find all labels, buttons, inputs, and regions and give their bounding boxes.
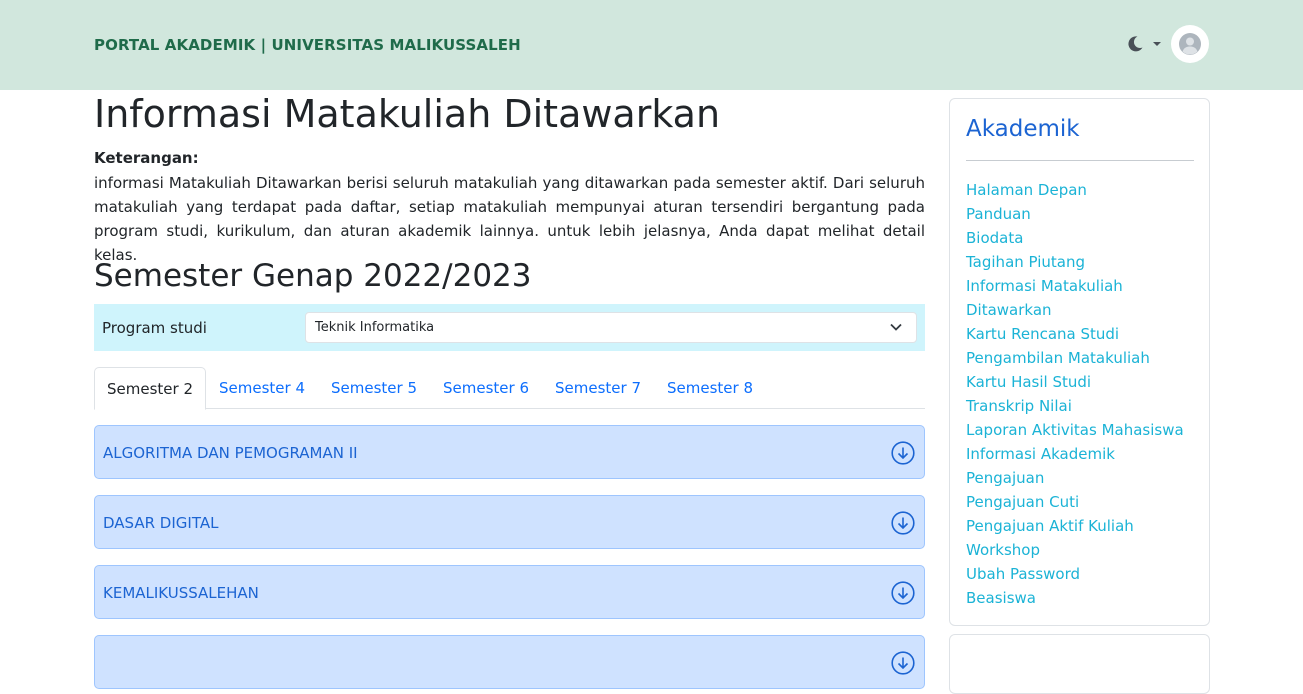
- sidebar-item-pengajuan[interactable]: Pengajuan: [966, 466, 1196, 490]
- sidebar-title: Akademik: [966, 116, 1080, 142]
- course-accordion-item[interactable]: ALGORITMA DAN PEMOGRAMAN II: [94, 425, 925, 479]
- sidebar-item-informasi-matakuliah[interactable]: Informasi Matakuliah Ditawarkan: [966, 274, 1196, 322]
- course-accordion-item[interactable]: DASAR DIGITAL: [94, 495, 925, 549]
- tab-semester-4[interactable]: Semester 4: [206, 367, 318, 409]
- note-text: informasi Matakuliah Ditawarkan berisi s…: [94, 174, 925, 264]
- tab-semester-6[interactable]: Semester 6: [430, 367, 542, 409]
- sidebar-item-biodata[interactable]: Biodata: [966, 226, 1196, 250]
- course-name: DASAR DIGITAL: [103, 514, 219, 532]
- arrow-down-circle-icon: [891, 651, 915, 675]
- semester-tabs: Semester 2 Semester 4 Semester 5 Semeste…: [94, 367, 925, 410]
- arrow-down-circle-icon: [891, 441, 915, 465]
- academic-sidebar: Akademik Halaman Depan Panduan Biodata T…: [949, 98, 1210, 626]
- course-name: ALGORITMA DAN PEMOGRAMAN II: [103, 444, 358, 462]
- tab-semester-7[interactable]: Semester 7: [542, 367, 654, 409]
- program-study-select[interactable]: Teknik Informatika: [305, 312, 917, 343]
- course-accordion-item[interactable]: [94, 635, 925, 689]
- tab-semester-8[interactable]: Semester 8: [654, 367, 766, 409]
- top-navbar: PORTAL AKADEMIK | UNIVERSITAS MALIKUSSAL…: [0, 0, 1303, 90]
- sidebar-item-kartu-hasil-studi[interactable]: Kartu Hasil Studi: [966, 370, 1196, 394]
- divider: [966, 160, 1194, 161]
- sidebar-item-panduan[interactable]: Panduan: [966, 202, 1196, 226]
- chevron-down-icon: [890, 323, 902, 331]
- program-study-value: Teknik Informatika: [315, 320, 435, 335]
- semester-title: Semester Genap 2022/2023: [94, 258, 532, 294]
- course-accordion-item[interactable]: KEMALIKUSSALEHAN: [94, 565, 925, 619]
- tab-semester-5[interactable]: Semester 5: [318, 367, 430, 409]
- sidebar-item-pengambilan-matakuliah[interactable]: Pengambilan Matakuliah: [966, 346, 1196, 370]
- brand-link[interactable]: PORTAL AKADEMIK | UNIVERSITAS MALIKUSSAL…: [94, 36, 521, 54]
- course-name: KEMALIKUSSALEHAN: [103, 584, 259, 602]
- sidebar-item-workshop[interactable]: Workshop: [966, 538, 1196, 562]
- sidebar-item-ubah-password[interactable]: Ubah Password: [966, 562, 1196, 586]
- chevron-down-icon: [1153, 42, 1161, 46]
- sidebar-item-beasiswa[interactable]: Beasiswa: [966, 586, 1196, 610]
- sidebar-item-informasi-akademik[interactable]: Informasi Akademik: [966, 442, 1196, 466]
- sidebar-item-laporan-aktivitas[interactable]: Laporan Aktivitas Mahasiswa: [966, 418, 1196, 442]
- arrow-down-circle-icon: [891, 581, 915, 605]
- sidebar-item-pengajuan-aktif-kuliah[interactable]: Pengajuan Aktif Kuliah: [966, 514, 1196, 538]
- sidebar-item-tagihan-piutang[interactable]: Tagihan Piutang: [966, 250, 1196, 274]
- sidebar-item-halaman-depan[interactable]: Halaman Depan: [966, 178, 1196, 202]
- program-study-bar: Program studi Teknik Informatika: [94, 304, 925, 351]
- sidebar-card-secondary: [949, 634, 1210, 694]
- note-label: Keterangan:: [94, 149, 199, 167]
- sidebar-item-transkrip-nilai[interactable]: Transkrip Nilai: [966, 394, 1196, 418]
- theme-toggle-button[interactable]: [1125, 34, 1165, 56]
- user-avatar-button[interactable]: [1171, 25, 1209, 63]
- moon-icon: [1128, 36, 1143, 52]
- user-avatar-icon: [1179, 33, 1201, 55]
- page-title: Informasi Matakuliah Ditawarkan: [94, 92, 721, 136]
- program-study-label: Program studi: [102, 319, 207, 337]
- sidebar-item-kartu-rencana-studi[interactable]: Kartu Rencana Studi: [966, 322, 1196, 346]
- sidebar-menu: Halaman Depan Panduan Biodata Tagihan Pi…: [966, 178, 1196, 610]
- tab-semester-2[interactable]: Semester 2: [94, 367, 206, 410]
- arrow-down-circle-icon: [891, 511, 915, 535]
- sidebar-item-pengajuan-cuti[interactable]: Pengajuan Cuti: [966, 490, 1196, 514]
